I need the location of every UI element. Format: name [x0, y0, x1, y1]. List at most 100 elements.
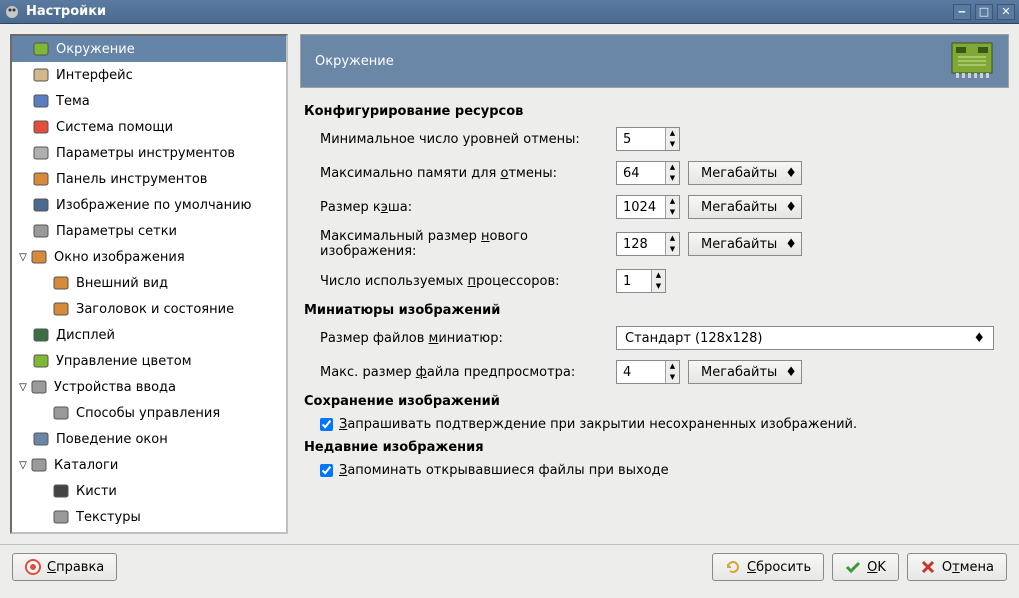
tree-item-icon [32, 326, 50, 344]
cache-unit[interactable]: Мегабайты♦ [688, 195, 802, 219]
spin-up[interactable]: ▲ [665, 162, 679, 173]
minimize-button[interactable]: ‒ [953, 4, 971, 20]
sidebar-item[interactable]: Внешний вид [12, 270, 286, 296]
thumb-size-label: Размер файлов миниатюр: [320, 331, 616, 346]
tree-item-icon [32, 196, 50, 214]
cache-input[interactable] [617, 196, 665, 218]
window-controls: ‒ □ ✕ [953, 4, 1015, 20]
sidebar-item[interactable]: Заголовок и состояние [12, 296, 286, 322]
sidebar-item[interactable]: Управление цветом [12, 348, 286, 374]
confirm-close-row: Запрашивать подтверждение при закрытии н… [304, 417, 1005, 432]
sidebar-item[interactable]: Кисти [12, 478, 286, 504]
spin-down[interactable]: ▼ [665, 173, 679, 184]
sidebar-item[interactable]: Система помощи [12, 114, 286, 140]
tree-item-icon [52, 274, 70, 292]
cancel-button[interactable]: Отмена [907, 553, 1007, 581]
max-new-spinner[interactable]: ▲▼ [616, 232, 680, 256]
spin-up[interactable]: ▲ [665, 128, 679, 139]
remember-recent-checkbox[interactable] [320, 464, 333, 477]
cache-spinner[interactable]: ▲▼ [616, 195, 680, 219]
section-resources-title: Конфигурирование ресурсов [304, 104, 1005, 119]
tree-item-icon [32, 40, 50, 58]
sidebar-item[interactable]: Панель инструментов [12, 166, 286, 192]
tree-toggle[interactable]: ▽ [16, 252, 30, 263]
sidebar-item[interactable]: Параметры сетки [12, 218, 286, 244]
sidebar-item[interactable]: Окружение [12, 36, 286, 62]
panel-header: Окружение [300, 34, 1009, 88]
chevron-down-icon: ♦ [973, 331, 985, 346]
undo-levels-label: Минимальное число уровней отмены: [320, 132, 616, 147]
close-button[interactable]: ✕ [997, 4, 1015, 20]
sidebar-item[interactable]: Изображение по умолчанию [12, 192, 286, 218]
panel-body: Конфигурирование ресурсов Минимальное чи… [300, 88, 1009, 534]
confirm-close-label[interactable]: Запрашивать подтверждение при закрытии н… [339, 417, 857, 432]
tree-item-label: Окружение [56, 42, 135, 57]
max-preview-spinner[interactable]: ▲▼ [616, 360, 680, 384]
tree-toggle[interactable]: ▽ [16, 382, 30, 393]
ok-button[interactable]: OK [832, 553, 899, 581]
tree-item-icon [52, 508, 70, 526]
processors-label: Число используемых процессоров: [320, 274, 616, 289]
spin-down[interactable]: ▼ [651, 281, 665, 292]
max-preview-unit[interactable]: Мегабайты♦ [688, 360, 802, 384]
tree-item-label: Дисплей [56, 328, 115, 343]
max-preview-input[interactable] [617, 361, 665, 383]
max-new-unit[interactable]: Мегабайты♦ [688, 232, 802, 256]
sidebar-item[interactable]: Интерфейс [12, 62, 286, 88]
undo-levels-input[interactable] [617, 128, 665, 150]
spin-down[interactable]: ▼ [665, 372, 679, 383]
panel-title: Окружение [315, 54, 394, 69]
panel: Окружение Конфигурирование ресурсов Мини… [300, 34, 1009, 534]
chevron-down-icon: ♦ [785, 166, 797, 181]
tree-item-label: Параметры сетки [56, 224, 177, 239]
spin-up[interactable]: ▲ [665, 196, 679, 207]
tree-item-label: Кисти [76, 484, 117, 499]
undo-memory-input[interactable] [617, 162, 665, 184]
tree-item-icon [32, 66, 50, 84]
sidebar-item[interactable]: ▽Окно изображения [12, 244, 286, 270]
max-new-input[interactable] [617, 233, 665, 255]
tree-item-icon [52, 300, 70, 318]
sidebar-item[interactable]: ▽ Каталоги [12, 452, 286, 478]
tree-item-label: Устройства ввода [54, 380, 176, 395]
tree-item-label: Параметры инструментов [56, 146, 235, 161]
thumb-size-row: Размер файлов миниатюр: Стандарт (128x12… [304, 326, 1005, 350]
sidebar-item[interactable]: Текстуры [12, 504, 286, 530]
tree-item-label: Управление цветом [56, 354, 192, 369]
sidebar-item[interactable]: ▽ Устройства ввода [12, 374, 286, 400]
tree-item-label: Каталоги [54, 458, 118, 473]
help-button[interactable]: Справка [12, 553, 117, 581]
confirm-close-checkbox[interactable] [320, 418, 333, 431]
spin-up[interactable]: ▲ [651, 270, 665, 281]
sidebar-item[interactable]: Тема [12, 88, 286, 114]
tree-item-icon [32, 170, 50, 188]
spin-down[interactable]: ▼ [665, 139, 679, 150]
chevron-down-icon: ♦ [785, 200, 797, 215]
reset-button[interactable]: Сбросить [712, 553, 824, 581]
processors-input[interactable] [617, 270, 651, 292]
spin-up[interactable]: ▲ [665, 361, 679, 372]
spin-down[interactable]: ▼ [665, 207, 679, 218]
max-new-row: Максимальный размер нового изображения: … [304, 229, 1005, 259]
maximize-button[interactable]: □ [975, 4, 993, 20]
sidebar-scroll[interactable]: Окружение ИнтерфейсТемаСистема помощи Пара… [10, 34, 288, 534]
undo-levels-spinner[interactable]: ▲▼ [616, 127, 680, 151]
undo-memory-spinner[interactable]: ▲▼ [616, 161, 680, 185]
sidebar-item[interactable]: Способы управления [12, 400, 286, 426]
sidebar-item[interactable]: Параметры инструментов [12, 140, 286, 166]
thumb-size-select[interactable]: Стандарт (128x128)♦ [616, 326, 994, 350]
spin-down[interactable]: ▼ [665, 244, 679, 255]
tree-item-icon [52, 404, 70, 422]
window-title: Настройки [26, 4, 953, 19]
remember-recent-label[interactable]: Запоминать открывавшиеся файлы при выход… [339, 463, 669, 478]
undo-levels-row: Минимальное число уровней отмены: ▲▼ [304, 127, 1005, 151]
sidebar-item[interactable]: Поведение окон [12, 426, 286, 452]
spin-up[interactable]: ▲ [665, 233, 679, 244]
tree-toggle[interactable]: ▽ [16, 460, 30, 471]
undo-memory-unit[interactable]: Мегабайты♦ [688, 161, 802, 185]
undo-memory-row: Максимально памяти для отмены: ▲▼ Мегаба… [304, 161, 1005, 185]
tree-item-icon [32, 430, 50, 448]
environment-icon [950, 39, 994, 83]
processors-spinner[interactable]: ▲▼ [616, 269, 666, 293]
sidebar-item[interactable]: Дисплей [12, 322, 286, 348]
